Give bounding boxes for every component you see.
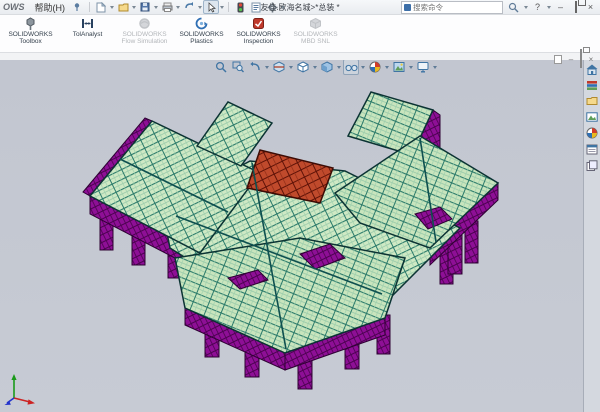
titlebar: OWS 帮助(H)	[0, 0, 600, 15]
help-dropdown[interactable]	[547, 6, 551, 9]
toolbox-icon	[2, 17, 59, 30]
close-button[interactable]: ×	[584, 1, 597, 13]
view-palette-icon[interactable]	[586, 111, 599, 123]
previous-view-dropdown[interactable]	[265, 66, 269, 69]
menu-help[interactable]: 帮助(H)	[31, 1, 70, 14]
document-title: 友佳.欧海名城>*总装 *	[170, 2, 430, 13]
view-orientation-icon[interactable]	[295, 59, 311, 75]
zoom-to-fit-icon[interactable]	[213, 59, 229, 75]
save-icon[interactable]	[137, 0, 153, 14]
document-close-button[interactable]: ×	[586, 55, 596, 64]
commandmanager-addins: SOLIDWORKS Toolbox TolAnalyst SOLIDWORKS…	[0, 15, 600, 53]
minimize-button[interactable]: –	[554, 1, 567, 13]
solidworks-logo-partial: OWS	[3, 2, 25, 12]
tab-solidworks-inspection[interactable]: SOLIDWORKS Inspection	[230, 16, 287, 46]
plastics-icon	[173, 17, 230, 30]
tolanalyst-icon	[59, 17, 116, 30]
solidworks-window: OWS 帮助(H)	[0, 0, 600, 412]
display-style-icon[interactable]	[319, 59, 335, 75]
edit-appearance-dropdown[interactable]	[385, 66, 389, 69]
triad-x-axis	[28, 399, 36, 404]
search-icon[interactable]	[505, 0, 521, 14]
new-dropdown[interactable]	[110, 6, 114, 9]
tab-solidworks-plastics[interactable]: SOLIDWORKS Plastics	[173, 16, 230, 46]
help-button[interactable]: ?	[531, 1, 544, 13]
flow-simulation-icon	[116, 17, 173, 30]
headsup-view-toolbar	[213, 59, 438, 75]
pushpin-icon[interactable]	[73, 2, 82, 13]
file-explorer-icon[interactable]	[586, 95, 599, 107]
hide-show-items-dropdown[interactable]	[361, 66, 365, 69]
save-dropdown[interactable]	[154, 6, 158, 9]
graphics-viewport[interactable]	[0, 58, 600, 412]
document-icon	[554, 55, 562, 64]
tab-tolanalyst[interactable]: TolAnalyst	[59, 16, 116, 38]
open-dropdown[interactable]	[132, 6, 136, 9]
appearances-scenes-icon[interactable]	[586, 127, 599, 139]
triad-y-axis	[11, 374, 16, 380]
view-settings-icon[interactable]	[415, 59, 431, 75]
task-pane-strip	[583, 58, 600, 412]
tab-label: SOLIDWORKS Plastics	[173, 31, 230, 46]
document-minimize-button[interactable]: –	[566, 55, 576, 64]
tab-label: SOLIDWORKS Inspection	[230, 31, 287, 46]
tab-mbd-snl: SOLIDWORKS MBD SNL	[287, 16, 344, 46]
display-style-dropdown[interactable]	[337, 66, 341, 69]
separator	[89, 2, 90, 12]
tab-solidworks-toolbox[interactable]: SOLIDWORKS Toolbox	[2, 16, 59, 46]
new-document-icon[interactable]	[93, 0, 109, 14]
document-controls-strip: – ×	[0, 53, 600, 60]
cad-model-formwork-assembly[interactable]	[0, 58, 584, 412]
hide-show-items-icon[interactable]	[343, 59, 359, 75]
mbd-snl-icon	[287, 17, 344, 30]
tab-label: SOLIDWORKS Toolbox	[2, 31, 59, 46]
search-dropdown[interactable]	[524, 6, 528, 9]
view-orientation-dropdown[interactable]	[313, 66, 317, 69]
section-view-dropdown[interactable]	[289, 66, 293, 69]
tab-label: TolAnalyst	[59, 31, 116, 38]
zoom-to-area-icon[interactable]	[230, 59, 246, 75]
inspection-icon	[230, 17, 287, 30]
tab-label: SOLIDWORKS MBD SNL	[287, 31, 344, 46]
previous-view-icon[interactable]	[247, 59, 263, 75]
solidworks-forum-icon[interactable]	[586, 159, 599, 171]
tab-flow-simulation: SOLIDWORKS Flow Simulation	[116, 16, 173, 46]
edit-appearance-icon[interactable]	[367, 59, 383, 75]
design-library-icon[interactable]	[586, 79, 599, 91]
custom-properties-icon[interactable]	[586, 143, 599, 155]
section-view-icon[interactable]	[271, 59, 287, 75]
coordinate-triad	[3, 372, 39, 406]
document-restore-button[interactable]	[580, 50, 582, 68]
open-document-icon[interactable]	[115, 0, 131, 14]
apply-scene-dropdown[interactable]	[409, 66, 413, 69]
restore-button[interactable]	[569, 1, 582, 13]
view-settings-dropdown[interactable]	[433, 66, 437, 69]
apply-scene-icon[interactable]	[391, 59, 407, 75]
tab-label: SOLIDWORKS Flow Simulation	[116, 31, 173, 46]
